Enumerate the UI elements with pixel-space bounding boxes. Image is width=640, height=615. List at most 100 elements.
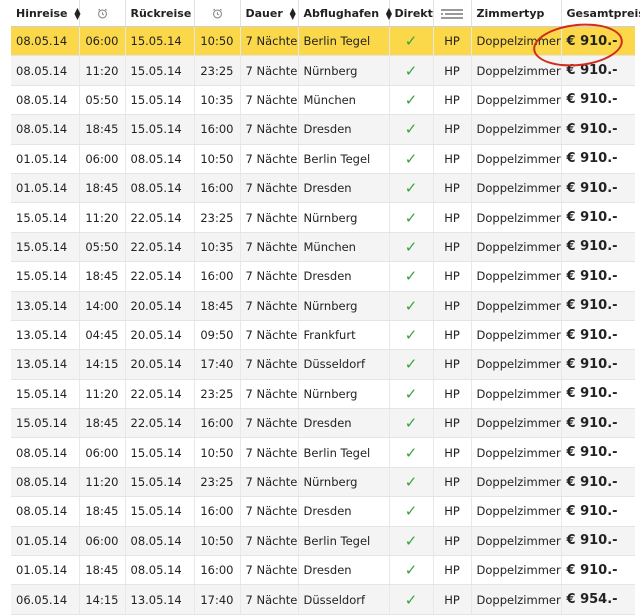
airport-cell: Berlin Tegel <box>298 144 389 173</box>
header-meal <box>433 0 471 27</box>
airport-cell: Dresden <box>298 115 389 144</box>
sort-arrows-icon[interactable]: ▲▼ <box>74 8 80 20</box>
room-type-cell: Doppelzimmer <box>471 27 561 56</box>
airport-cell: Berlin Tegel <box>298 438 389 467</box>
table-row[interactable]: 15.05.1418:4522.05.1416:007 NächteDresde… <box>11 409 635 438</box>
departure-time-cell: 18:45 <box>79 556 125 585</box>
return-time-cell-text: 17:40 <box>200 357 233 371</box>
table-row[interactable]: 08.05.1406:0015.05.1410:507 NächteBerlin… <box>11 438 635 467</box>
table-row[interactable]: 01.05.1418:4508.05.1416:007 NächteDresde… <box>11 173 635 202</box>
meal-cell: HP <box>433 56 471 85</box>
room-type-cell: Doppelzimmer <box>471 262 561 291</box>
airport-cell: Dresden <box>298 409 389 438</box>
duration-cell-text: 7 Nächte <box>246 269 298 283</box>
airport-cell-text: Berlin Tegel <box>304 34 371 48</box>
sort-arrows-icon[interactable]: ▲▼ <box>386 8 392 20</box>
return-date-cell: 22.05.14 <box>125 232 194 261</box>
table-row[interactable]: 08.05.1411:2015.05.1423:257 NächteNürnbe… <box>11 467 635 496</box>
duration-cell: 7 Nächte <box>240 232 298 261</box>
table-body: 08.05.1406:0015.05.1410:507 NächteBerlin… <box>11 27 635 615</box>
return-date-cell: 15.05.14 <box>125 115 194 144</box>
meal-cell-text: HP <box>444 416 460 430</box>
return-date-cell: 20.05.14 <box>125 291 194 320</box>
airport-cell: Berlin Tegel <box>298 526 389 555</box>
room-type-cell-text: Doppelzimmer <box>477 534 561 548</box>
table-row[interactable]: 01.05.1406:0008.05.1410:507 NächteBerlin… <box>11 526 635 555</box>
header-room-label: Zimmertyp <box>477 7 545 20</box>
departure-time-cell: 06:00 <box>79 438 125 467</box>
meal-cell: HP <box>433 350 471 379</box>
meal-cell: HP <box>433 173 471 202</box>
airport-cell: Nürnberg <box>298 56 389 85</box>
room-type-cell-text: Doppelzimmer <box>477 593 561 607</box>
return-date-cell: 22.05.14 <box>125 379 194 408</box>
direct-cell: ✓ <box>389 85 433 114</box>
airport-cell: München <box>298 85 389 114</box>
return-date-cell: 15.05.14 <box>125 85 194 114</box>
price-cell: € 910.- <box>561 262 635 291</box>
room-type-cell-text: Doppelzimmer <box>477 504 561 518</box>
airport-cell: Dresden <box>298 173 389 202</box>
price-value: € 910.- <box>567 269 618 284</box>
table-row[interactable]: 15.05.1418:4522.05.1416:007 NächteDresde… <box>11 262 635 291</box>
table-row[interactable]: 08.05.1406:0015.05.1410:507 NächteBerlin… <box>11 27 635 56</box>
duration-cell-text: 7 Nächte <box>246 299 298 313</box>
return-time-cell: 16:00 <box>194 262 240 291</box>
departure-time-cell-text: 14:15 <box>85 357 118 371</box>
meal-cell-text: HP <box>444 475 460 489</box>
airport-cell: Frankfurt <box>298 320 389 349</box>
checkmark-icon: ✓ <box>405 532 418 550</box>
meal-cell: HP <box>433 497 471 526</box>
departure-date-cell-text: 01.05.14 <box>16 563 67 577</box>
return-time-cell: 16:00 <box>194 556 240 585</box>
return-date-cell-text: 08.05.14 <box>131 152 182 166</box>
price-cell: € 910.- <box>561 56 635 85</box>
table-row[interactable]: 01.05.1418:4508.05.1416:007 NächteDresde… <box>11 556 635 585</box>
table-row[interactable]: 13.05.1414:1520.05.1417:407 NächteDüssel… <box>11 350 635 379</box>
price-value: € 910.- <box>567 445 618 460</box>
room-type-cell-text: Doppelzimmer <box>477 328 561 342</box>
return-date-cell: 15.05.14 <box>125 467 194 496</box>
room-type-cell-text: Doppelzimmer <box>477 181 561 195</box>
airport-cell-text: Nürnberg <box>304 299 358 313</box>
return-date-cell-text: 08.05.14 <box>131 563 182 577</box>
table-row[interactable]: 15.05.1411:2022.05.1423:257 NächteNürnbe… <box>11 379 635 408</box>
departure-time-cell: 11:20 <box>79 379 125 408</box>
departure-date-cell-text: 15.05.14 <box>16 416 67 430</box>
table-row[interactable]: 15.05.1411:2022.05.1423:257 NächteNürnbe… <box>11 203 635 232</box>
sort-arrows-icon[interactable]: ▲▼ <box>290 8 296 20</box>
header-total[interactable]: Gesamtpreis ▼ <box>561 0 635 27</box>
price-value: € 910.- <box>567 239 618 254</box>
direct-cell: ✓ <box>389 320 433 349</box>
room-type-cell: Doppelzimmer <box>471 497 561 526</box>
table-row[interactable]: 13.05.1404:4520.05.1409:507 NächteFrankf… <box>11 320 635 349</box>
duration-cell: 7 Nächte <box>240 320 298 349</box>
duration-cell-text: 7 Nächte <box>246 93 298 107</box>
table-row[interactable]: 13.05.1414:0020.05.1418:457 NächteNürnbe… <box>11 291 635 320</box>
return-time-cell: 23:25 <box>194 467 240 496</box>
header-return: Rückreise <box>125 0 194 27</box>
departure-time-cell: 11:20 <box>79 56 125 85</box>
meal-cell-text: HP <box>444 93 460 107</box>
departure-time-cell: 05:50 <box>79 85 125 114</box>
table-row[interactable]: 01.05.1406:0008.05.1410:507 NächteBerlin… <box>11 144 635 173</box>
duration-cell: 7 Nächte <box>240 144 298 173</box>
departure-time-cell: 18:45 <box>79 262 125 291</box>
price-value: € 910.- <box>567 357 618 372</box>
departure-time-cell-text: 05:50 <box>85 240 118 254</box>
room-type-cell-text: Doppelzimmer <box>477 122 561 136</box>
direct-cell: ✓ <box>389 526 433 555</box>
table-row[interactable]: 08.05.1418:4515.05.1416:007 NächteDresde… <box>11 115 635 144</box>
meal-cell-text: HP <box>444 387 460 401</box>
table-row[interactable]: 15.05.1405:5022.05.1410:357 NächteMünche… <box>11 232 635 261</box>
table-row[interactable]: 08.05.1405:5015.05.1410:357 NächteMünche… <box>11 85 635 114</box>
departure-time-cell: 18:45 <box>79 409 125 438</box>
return-date-cell-text: 20.05.14 <box>131 357 182 371</box>
header-airport[interactable]: Abflughafen ▲▼ <box>298 0 389 27</box>
table-row[interactable]: 08.05.1411:2015.05.1423:257 NächteNürnbe… <box>11 56 635 85</box>
return-date-cell: 08.05.14 <box>125 526 194 555</box>
departure-date-cell-text: 08.05.14 <box>16 475 67 489</box>
header-duration[interactable]: Dauer ▲▼ <box>240 0 298 27</box>
header-departure[interactable]: Hinreise ▲▼ <box>11 0 79 27</box>
table-row[interactable]: 08.05.1418:4515.05.1416:007 NächteDresde… <box>11 497 635 526</box>
